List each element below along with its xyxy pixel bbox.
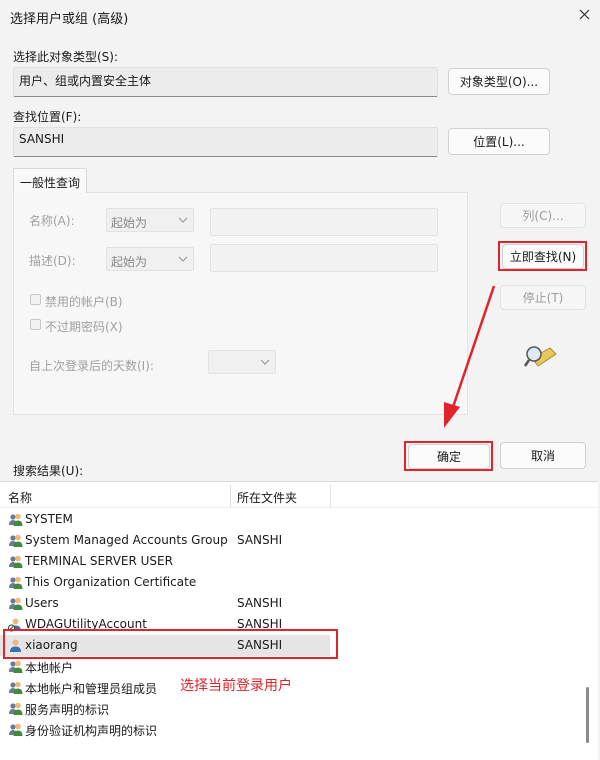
table-row[interactable]: SYSTEM <box>0 509 330 530</box>
row-folder: SANSHI <box>237 596 283 610</box>
name-mode-select[interactable]: 起始为 <box>106 208 194 232</box>
group-icon <box>8 722 23 737</box>
window-title: 选择用户或组 (高级) <box>10 12 129 27</box>
object-types-button[interactable]: 对象类型(O)... <box>448 68 550 95</box>
column-header-name[interactable]: 名称 <box>8 489 32 506</box>
table-row[interactable]: 身份验证机构声明的标识 <box>0 719 330 740</box>
table-row[interactable]: TERMINAL SERVER USER <box>0 551 330 572</box>
table-row[interactable]: Users SANSHI <box>0 593 330 614</box>
group-icon <box>8 575 23 590</box>
row-name: Users <box>25 596 59 610</box>
column-divider <box>230 485 231 507</box>
annotation-text: 选择当前登录用户 <box>180 678 292 694</box>
row-name: SYSTEM <box>25 512 73 526</box>
group-icon <box>8 701 23 716</box>
row-name: 本地帐户和管理员组成员 <box>25 682 158 696</box>
name-label: 名称(A): <box>29 214 75 228</box>
disabled-accounts-label: 禁用的帐户(B) <box>45 295 123 309</box>
non-expiring-password-label: 不过期密码(X) <box>45 320 123 334</box>
table-row[interactable]: 服务声明的标识 <box>0 698 330 719</box>
scrollbar-thumb[interactable] <box>586 687 589 743</box>
description-label: 描述(D): <box>29 254 76 268</box>
object-type-field: 用户、组或内置安全主体 <box>13 67 438 97</box>
cancel-button[interactable]: 取消 <box>500 442 586 469</box>
days-since-login-label: 自上次登录后的天数(I): <box>29 359 154 373</box>
column-divider <box>330 485 331 507</box>
disabled-accounts-checkbox[interactable] <box>30 294 41 305</box>
chevron-down-icon <box>260 359 270 365</box>
group-icon <box>8 554 23 569</box>
name-mode-value: 起始为 <box>111 216 148 230</box>
row-name: 服务声明的标识 <box>25 703 110 717</box>
stop-button[interactable]: 停止(T) <box>500 285 586 310</box>
close-button[interactable] <box>574 4 594 24</box>
row-name: 身份验证机构声明的标识 <box>25 724 158 738</box>
non-expiring-password-checkbox[interactable] <box>30 319 41 330</box>
row-name: TERMINAL SERVER USER <box>25 554 173 568</box>
location-value: SANSHI <box>19 132 65 146</box>
xiaorang-highlight <box>3 629 338 659</box>
description-mode-select[interactable]: 起始为 <box>106 247 194 271</box>
locations-button[interactable]: 位置(L)... <box>448 128 550 155</box>
group-icon <box>8 512 23 527</box>
group-icon <box>8 680 23 695</box>
group-icon <box>8 596 23 611</box>
table-row[interactable]: System Managed Accounts Group SANSHI <box>0 530 330 551</box>
search-flashlight-icon <box>524 346 557 367</box>
location-label: 查找位置(F): <box>13 110 82 124</box>
description-mode-value: 起始为 <box>111 255 148 269</box>
name-input[interactable] <box>210 208 438 236</box>
days-since-login-select[interactable] <box>208 350 276 374</box>
find-now-highlight <box>498 241 587 271</box>
location-field: SANSHI <box>13 127 438 157</box>
description-input[interactable] <box>210 244 438 272</box>
object-type-value: 用户、组或内置安全主体 <box>19 74 152 88</box>
search-results-label: 搜索结果(U): <box>13 464 84 478</box>
group-icon <box>8 533 23 548</box>
table-row[interactable]: 本地帐户 <box>0 656 330 677</box>
close-icon <box>579 9 590 20</box>
row-folder: SANSHI <box>237 533 283 547</box>
header-separator <box>0 507 598 508</box>
row-name: 本地帐户 <box>25 661 74 675</box>
search-results-list[interactable]: 名称 所在文件夹 SYSTEM System Managed Accounts G… <box>0 481 598 760</box>
tab-common-queries[interactable]: 一般性查询 <box>13 168 87 193</box>
row-name: This Organization Certificate <box>25 575 197 589</box>
chevron-down-icon <box>178 256 188 262</box>
columns-button[interactable]: 列(C)... <box>500 203 586 228</box>
column-header-folder[interactable]: 所在文件夹 <box>237 489 297 506</box>
object-type-label: 选择此对象类型(S): <box>13 50 119 64</box>
row-name: System Managed Accounts Group <box>25 533 228 547</box>
table-row[interactable]: This Organization Certificate <box>0 572 330 593</box>
group-icon <box>8 659 23 674</box>
ok-highlight <box>404 441 493 471</box>
chevron-down-icon <box>178 217 188 223</box>
